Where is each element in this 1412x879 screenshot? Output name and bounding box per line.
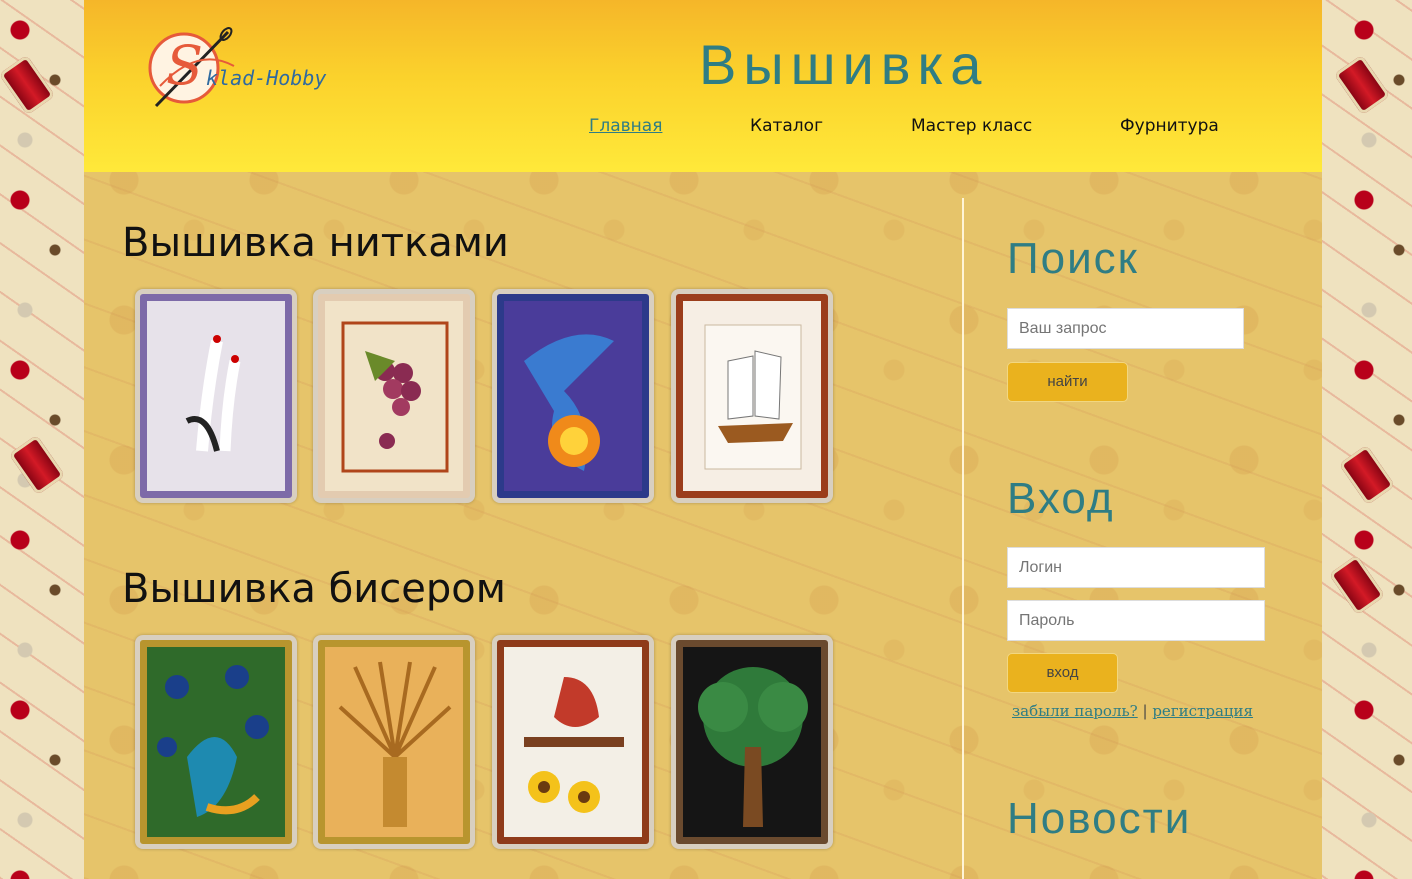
- login-button[interactable]: вход: [1007, 653, 1118, 693]
- forgot-password-link[interactable]: забыли пароль?: [1012, 702, 1138, 720]
- password-field[interactable]: [1007, 600, 1265, 641]
- wheat-image: [325, 647, 463, 837]
- peacocks-image: [147, 647, 285, 837]
- product-thumb-rooster[interactable]: [492, 635, 654, 849]
- site-header: S klad-Hobby Вышивка Главная Каталог Мас…: [84, 0, 1322, 172]
- product-thumb-firebird[interactable]: [492, 289, 654, 503]
- column-divider: [962, 198, 964, 879]
- grapes-image: [325, 301, 463, 491]
- background-spool-icon: [1328, 554, 1386, 616]
- login-title: Вход: [1007, 474, 1115, 523]
- background-spool-icon: [1338, 444, 1396, 506]
- product-thumb-cranes[interactable]: [135, 289, 297, 503]
- product-thumb-wheat[interactable]: [313, 635, 475, 849]
- page-container: S klad-Hobby Вышивка Главная Каталог Мас…: [84, 0, 1322, 879]
- nav-item-home[interactable]: Главная: [589, 116, 662, 136]
- site-logo[interactable]: S klad-Hobby: [148, 26, 338, 110]
- ship-image: [683, 301, 821, 491]
- site-title: Вышивка: [699, 33, 989, 96]
- nav-item-master-class[interactable]: Мастер класс: [911, 116, 1032, 136]
- section-title-thread: Вышивка нитками: [122, 220, 509, 266]
- rooster-image: [504, 647, 642, 837]
- news-title: Новости: [1007, 794, 1192, 843]
- cranes-image: [147, 301, 285, 491]
- search-button[interactable]: найти: [1007, 362, 1128, 402]
- section-title-beads: Вышивка бисером: [122, 566, 506, 612]
- money-tree-image: [683, 647, 821, 837]
- main-nav: Главная Каталог Мастер класс Фурнитура: [84, 116, 1322, 140]
- nav-item-catalog[interactable]: Каталог: [750, 116, 823, 136]
- logo-letter: S: [166, 34, 203, 97]
- background-spool-icon: [1333, 54, 1391, 116]
- product-thumb-peacocks[interactable]: [135, 635, 297, 849]
- product-thumb-money-tree[interactable]: [671, 635, 833, 849]
- nav-item-furniture[interactable]: Фурнитура: [1120, 116, 1219, 136]
- account-links: забыли пароль? | регистрация: [1012, 702, 1253, 720]
- firebird-image: [504, 301, 642, 491]
- search-input[interactable]: [1007, 308, 1244, 349]
- register-link[interactable]: регистрация: [1152, 702, 1253, 720]
- login-field[interactable]: [1007, 547, 1265, 588]
- background-spool-icon: [0, 54, 56, 116]
- product-thumb-grapes[interactable]: [313, 289, 475, 503]
- product-thumb-ship[interactable]: [671, 289, 833, 503]
- background-spool-icon: [8, 434, 66, 496]
- logo-text: klad-Hobby: [206, 66, 327, 90]
- links-separator: |: [1142, 702, 1148, 720]
- search-title: Поиск: [1007, 234, 1139, 283]
